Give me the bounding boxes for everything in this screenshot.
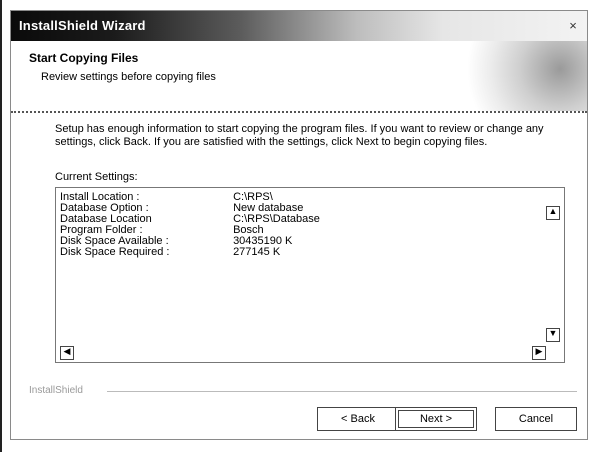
settings-key: Disk Space Required :: [60, 246, 170, 258]
intro-text: Setup has enough information to start co…: [55, 123, 544, 148]
scroll-left-icon[interactable]: ◀: [60, 346, 74, 360]
wizard-header: Start Copying Files Review settings befo…: [11, 41, 587, 111]
page-subheading: Review settings before copying files: [41, 71, 216, 83]
close-icon[interactable]: ×: [565, 18, 581, 34]
settings-row: Disk Space Required : 277145 K: [60, 247, 320, 258]
scroll-right-icon[interactable]: ▶: [532, 346, 546, 360]
scroll-down-icon[interactable]: ▼: [546, 328, 560, 342]
scroll-up-icon[interactable]: ▲: [546, 206, 560, 220]
title-bar[interactable]: InstallShield Wizard ×: [11, 11, 587, 41]
header-graphic: [452, 41, 587, 111]
current-settings-box[interactable]: Install Location : C:\RPS\ Database Opti…: [55, 187, 565, 363]
footer-divider: [107, 391, 577, 392]
back-button[interactable]: < Back: [317, 407, 399, 431]
window-title: InstallShield Wizard: [19, 18, 146, 33]
button-bar: < Back Next > Cancel: [11, 403, 587, 439]
cancel-button[interactable]: Cancel: [495, 407, 577, 431]
settings-value: 277145 K: [233, 246, 281, 258]
page-heading: Start Copying Files: [29, 51, 139, 65]
header-divider: [11, 111, 587, 113]
brand-line: InstallShield: [11, 385, 587, 397]
next-button[interactable]: Next >: [395, 407, 477, 431]
installshield-wizard-window: InstallShield Wizard × Start Copying Fil…: [10, 10, 588, 440]
installshield-brand: InstallShield: [29, 385, 83, 396]
current-settings-label: Current Settings:: [55, 171, 138, 183]
wizard-body: Setup has enough information to start co…: [11, 115, 587, 375]
settings-list: Install Location : C:\RPS\ Database Opti…: [60, 192, 320, 258]
window-shadow-edge: [0, 0, 2, 452]
